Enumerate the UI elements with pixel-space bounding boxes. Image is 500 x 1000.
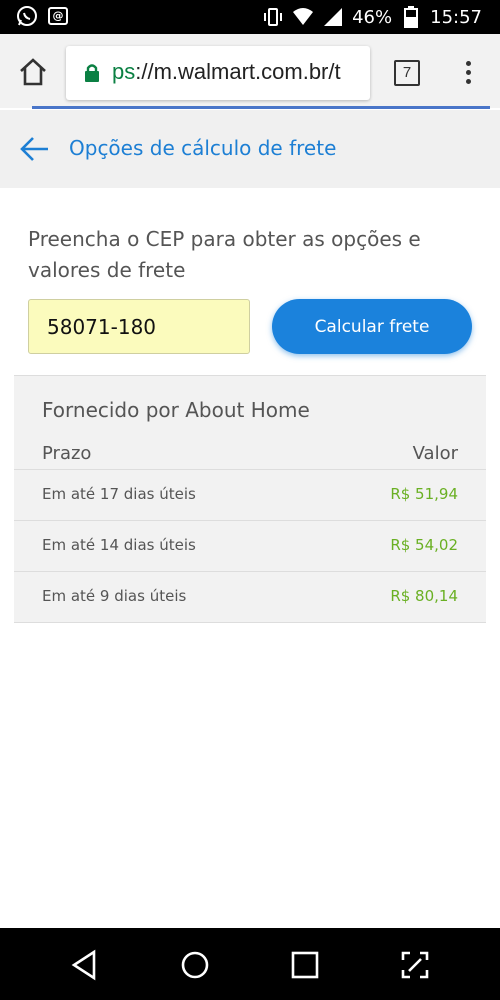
status-bar: @ 46% 15:57 — [0, 0, 500, 34]
battery-icon — [400, 6, 422, 28]
whatsapp-icon — [16, 5, 38, 27]
table-row: Em até 9 dias úteis R$ 80,14 — [14, 571, 486, 622]
table-row: Em até 17 dias úteis R$ 51,94 — [14, 469, 486, 520]
shipping-price: R$ 80,14 — [390, 587, 458, 605]
page-load-progress — [32, 106, 490, 109]
back-nav-icon[interactable] — [68, 948, 102, 982]
signal-icon — [322, 6, 344, 28]
provider-label: Fornecido por About Home — [42, 398, 310, 422]
lock-icon — [84, 63, 100, 83]
table-row: Em até 14 dias úteis R$ 54,02 — [14, 520, 486, 571]
vibrate-icon — [262, 6, 284, 28]
shipping-price: R$ 51,94 — [390, 485, 458, 503]
cep-input[interactable] — [28, 299, 250, 354]
tab-switcher-button[interactable]: 7 — [394, 60, 420, 86]
url-text: ps://m.walmart.com.br/t — [112, 59, 341, 84]
column-header-valor: Valor — [412, 443, 458, 464]
page-header: Opções de cálculo de frete — [0, 110, 500, 188]
delivery-time: Em até 17 dias úteis — [42, 485, 196, 503]
browser-toolbar: ps://m.walmart.com.br/t 7 — [0, 34, 500, 108]
shipping-options-table: Fornecido por About Home Prazo Valor Em … — [14, 375, 486, 623]
calculate-shipping-button[interactable]: Calcular frete — [272, 299, 472, 354]
shipping-price: R$ 54,02 — [390, 536, 458, 554]
back-arrow-icon[interactable] — [20, 136, 50, 162]
expand-icon[interactable] — [398, 948, 432, 982]
cep-instructions: Preencha o CEP para obter as opções e va… — [28, 227, 421, 282]
overflow-menu-icon[interactable] — [460, 58, 476, 88]
email-notification-icon: @ — [48, 7, 68, 25]
delivery-time: Em até 14 dias úteis — [42, 536, 196, 554]
delivery-time: Em até 9 dias úteis — [42, 587, 187, 605]
recents-nav-icon[interactable] — [288, 948, 322, 982]
home-icon[interactable] — [18, 58, 48, 86]
url-bar[interactable]: ps://m.walmart.com.br/t — [66, 46, 370, 100]
home-nav-icon[interactable] — [178, 948, 212, 982]
battery-percent: 46% — [352, 6, 393, 28]
clock: 15:57 — [430, 6, 482, 28]
page-title: Opções de cálculo de frete — [69, 136, 337, 160]
system-navigation-bar — [0, 928, 500, 1000]
column-header-prazo: Prazo — [42, 443, 92, 464]
wifi-icon — [292, 6, 314, 28]
